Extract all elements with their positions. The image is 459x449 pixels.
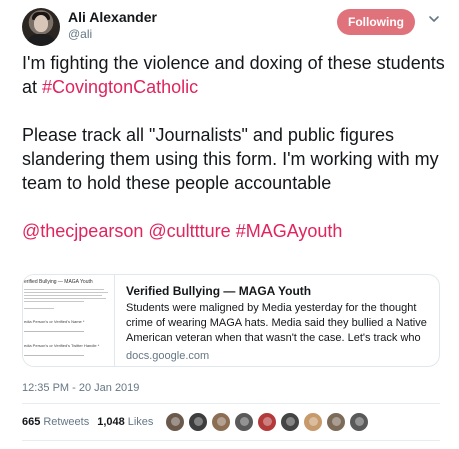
avatar[interactable]	[22, 8, 60, 46]
retweets-stat[interactable]: 665 Retweets	[22, 416, 89, 428]
tweet-timestamp[interactable]: 12:35 PM - 20 Jan 2019	[22, 382, 139, 394]
card-domain[interactable]: docs.google.com	[126, 349, 434, 363]
retweets-label: Retweets	[43, 416, 90, 428]
thumbnail-text-line	[24, 292, 108, 293]
following-button[interactable]: Following	[337, 9, 415, 35]
thumbnail-text-line	[24, 308, 54, 309]
liker-avatar[interactable]	[349, 412, 369, 432]
thumbnail-field-label: edia Person's or Verified's Name *	[24, 319, 85, 324]
liker-avatar[interactable]	[188, 412, 208, 432]
tweet-stats: 665 Retweets 1,048 Likes	[22, 410, 161, 434]
card-thumbnail: erified Bullying — MAGA Youth edia Perso…	[23, 275, 115, 366]
thumbnail-text-line	[24, 301, 84, 302]
liker-avatar[interactable]	[211, 412, 231, 432]
tweet-paragraph-3: @thecjpearson @culttture #MAGAyouth	[22, 219, 446, 243]
avatar-suit	[26, 34, 56, 46]
thumbnail-field-box	[24, 327, 84, 332]
likes-count: 1,048	[97, 416, 125, 428]
likes-stat[interactable]: 1,048 Likes	[97, 416, 153, 428]
display-name[interactable]: Ali Alexander	[68, 9, 157, 25]
hashtag-link[interactable]: #MAGAyouth	[236, 221, 343, 241]
liker-avatars	[165, 410, 372, 434]
thumbnail-text-line	[24, 289, 104, 290]
liker-avatar[interactable]	[165, 412, 185, 432]
thumbnail-field-label: edia Person's or Verified's Twitter Hand…	[24, 343, 100, 348]
liker-avatar[interactable]	[303, 412, 323, 432]
divider	[22, 403, 440, 404]
liker-avatar[interactable]	[280, 412, 300, 432]
tweet-paragraph-1: I'm fighting the violence and doxing of …	[22, 51, 446, 99]
thumbnail-text-line	[24, 295, 102, 296]
liker-avatar[interactable]	[257, 412, 277, 432]
mention-link[interactable]: @culttture	[148, 221, 230, 241]
card-title[interactable]: Verified Bullying — MAGA Youth	[126, 284, 434, 299]
tweet-header: Ali Alexander @ali Following	[0, 0, 459, 46]
likes-label: Likes	[127, 416, 154, 428]
card-description: Students were maligned by Media yesterda…	[126, 302, 427, 344]
retweets-count: 665	[22, 416, 41, 428]
thumbnail-form-title: erified Bullying — MAGA Youth	[24, 279, 93, 285]
thumbnail-field-box	[24, 351, 84, 356]
chevron-down-icon[interactable]	[427, 12, 441, 26]
divider	[22, 440, 440, 441]
card-body: Verified Bullying — MAGA Youth Students …	[126, 284, 434, 363]
tweet-paragraph-2: Please track all "Journalists" and publi…	[22, 125, 439, 193]
thumbnail-text-line	[24, 298, 106, 299]
liker-avatar[interactable]	[234, 412, 254, 432]
hashtag-link[interactable]: #CovingtonCatholic	[42, 77, 198, 97]
link-card[interactable]: erified Bullying — MAGA Youth edia Perso…	[22, 274, 440, 367]
liker-avatar[interactable]	[326, 412, 346, 432]
mention-link[interactable]: @thecjpearson	[22, 221, 143, 241]
tweet-text: I'm fighting the violence and doxing of …	[22, 51, 446, 243]
avatar-face	[34, 15, 48, 32]
user-handle[interactable]: @ali	[68, 27, 92, 41]
